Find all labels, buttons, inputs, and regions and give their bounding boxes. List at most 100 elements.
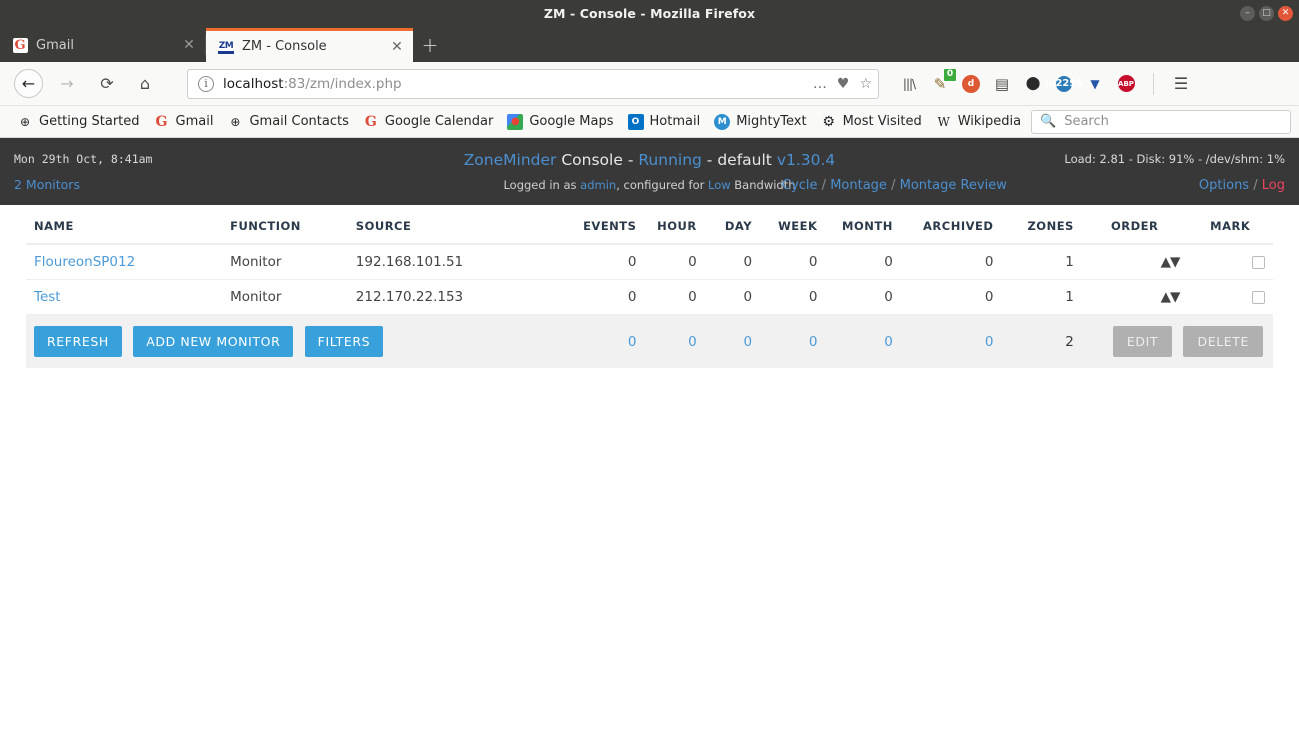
bookmark-gmail-contacts[interactable]: ⊕ Gmail Contacts [220,111,355,133]
monitor-name-link[interactable]: FloureonSP012 [34,254,135,270]
download-helper-icon[interactable]: ▼ [1085,74,1105,94]
cell-function[interactable]: Monitor [222,279,348,315]
column-header-order[interactable]: ORDER [1081,205,1188,245]
delete-button[interactable]: DELETE [1183,326,1263,357]
library-icon[interactable]: |||\ [899,74,919,94]
log-link[interactable]: Log [1262,178,1285,193]
cell-hour[interactable]: 0 [644,279,705,315]
maximize-icon[interactable]: □ [1259,6,1274,21]
monitor-name-link[interactable]: Test [34,289,61,305]
hamburger-menu-icon[interactable]: ☰ [1171,74,1191,94]
column-header-name[interactable]: NAME [26,205,223,245]
url-host: localhost [223,75,284,92]
options-link[interactable]: Options [1199,178,1249,193]
reload-icon[interactable]: ⟳ [91,68,123,100]
refresh-button[interactable]: REFRESH [34,326,122,357]
column-header-week[interactable]: WEEK [760,205,826,245]
back-icon[interactable]: ← [14,69,43,98]
cell-zones[interactable]: 1 [1001,244,1082,280]
reader-sidebar-icon[interactable]: ▤ [992,74,1012,94]
table-row[interactable]: Test Monitor 212.170.22.153 0 0 0 0 0 0 … [26,279,1273,315]
table-row[interactable]: FloureonSP012 Monitor 192.168.101.51 0 0… [26,244,1273,280]
montage-link[interactable]: Montage [830,178,887,193]
cell-zones[interactable]: 1 [1001,279,1082,315]
column-header-month[interactable]: MONTH [825,205,901,245]
bookmark-getting-started[interactable]: ⊕ Getting Started [10,111,147,133]
bookmark-wikipedia[interactable]: W Wikipedia [929,111,1028,133]
column-header-day[interactable]: DAY [704,205,761,245]
monitors-count-link[interactable]: 2 Monitors [14,177,80,192]
bookmark-google-maps[interactable]: ● Google Maps [500,111,620,133]
home-icon[interactable]: ⌂ [129,68,161,100]
molecule-icon[interactable]: ⬤ [1023,74,1043,94]
tab-zm-console[interactable]: ZM ZM - Console ✕ [206,28,413,62]
filters-button[interactable]: FILTERS [304,326,384,357]
addon-pen-icon[interactable]: ✎ 0 [930,68,956,94]
bookmark-hotmail[interactable]: O Hotmail [621,111,708,133]
column-header-source[interactable]: SOURCE [347,205,564,245]
forward-icon[interactable]: → [51,68,83,100]
order-arrows-icon[interactable]: ▲▼ [1081,244,1188,280]
cell-archived[interactable]: 0 [900,279,1002,315]
tab-gmail[interactable]: G Gmail ✕ [0,28,205,62]
mark-checkbox[interactable] [1252,255,1265,269]
edit-button[interactable]: EDIT [1112,326,1173,357]
column-header-mark[interactable]: MARK [1187,205,1273,245]
new-tab-button[interactable]: + [413,28,447,62]
cell-source[interactable]: 212.170.22.153 [347,279,564,315]
close-icon[interactable]: ✕ [1278,6,1293,21]
add-new-monitor-button[interactable]: ADD NEW MONITOR [133,326,294,357]
globe-icon: ⊕ [230,114,241,129]
title-sep-1: - [627,151,634,169]
bookmark-google-calendar[interactable]: G Google Calendar [356,111,500,133]
duckduckgo-icon[interactable]: d [961,74,981,94]
cell-week[interactable]: 0 [760,279,826,315]
cell-events[interactable]: 0 [564,279,645,315]
column-header-function[interactable]: FUNCTION [222,205,348,245]
adblock-plus-icon[interactable]: ABP [1116,74,1136,94]
bookmark-label: Wikipedia [957,114,1022,129]
order-arrows-icon[interactable]: ▲▼ [1081,279,1188,315]
cell-function[interactable]: Monitor [222,244,348,280]
bookmark-star-icon[interactable]: ☆ [859,76,872,92]
zoneminder-brand-link[interactable]: ZoneMinder [464,151,557,169]
cell-events[interactable]: 0 [564,244,645,280]
montage-review-link[interactable]: Montage Review [900,178,1007,193]
username[interactable]: admin [580,178,616,192]
bookmark-gmail[interactable]: G Gmail [147,111,221,133]
pocket-icon[interactable]: ♥ [837,76,850,92]
cycle-link[interactable]: Cycle [782,178,818,193]
cell-month[interactable]: 0 [825,279,901,315]
page-actions-icon[interactable]: … [813,76,827,92]
bandwidth-level[interactable]: Low [708,178,731,192]
mark-checkbox[interactable] [1252,290,1265,304]
tab-gmail-close-icon[interactable]: ✕ [181,37,197,53]
cell-day[interactable]: 0 [704,244,761,280]
column-header-events[interactable]: EVENTS [564,205,645,245]
cell-month[interactable]: 0 [825,244,901,280]
cell-archived[interactable]: 0 [900,244,1002,280]
cell-source[interactable]: 192.168.101.51 [347,244,564,280]
table-footer: REFRESH ADD NEW MONITOR FILTERS 0 0 0 0 … [26,314,1273,368]
tab-zm-console-close-icon[interactable]: ✕ [389,39,405,55]
zm-options-links: Options / Log [1199,178,1285,193]
site-info-icon[interactable]: i [198,75,214,92]
globe-screen-icon[interactable]: \u2295 [1045,74,1083,94]
cell-day[interactable]: 0 [704,279,761,315]
table-header-row: NAME FUNCTION SOURCE EVENTS HOUR DAY WEE… [26,205,1273,245]
console-table-wrapper: NAME FUNCTION SOURCE EVENTS HOUR DAY WEE… [0,205,1299,368]
column-header-hour[interactable]: HOUR [644,205,705,245]
bookmark-most-visited[interactable]: ⚙ Most Visited [814,111,929,133]
column-header-zones[interactable]: ZONES [1001,205,1082,245]
url-text: localhost:83/zm/index.php [223,76,805,92]
cell-mark [1187,244,1273,280]
cell-hour[interactable]: 0 [644,244,705,280]
extension-toolbar: |||\ ✎ 0 d ▤ ⬤ \u2295 ▼ ABP ☰ [887,68,1195,95]
minimize-icon[interactable]: – [1240,6,1255,21]
column-header-archived[interactable]: ARCHIVED [900,205,1002,245]
tab-gmail-label: Gmail [36,37,74,53]
bookmark-mightytext[interactable]: M MightyText [707,111,813,133]
cell-week[interactable]: 0 [760,244,826,280]
search-input[interactable]: 🔍 Search [1031,109,1291,134]
url-bar[interactable]: i localhost:83/zm/index.php … ♥ ☆ [187,68,879,99]
